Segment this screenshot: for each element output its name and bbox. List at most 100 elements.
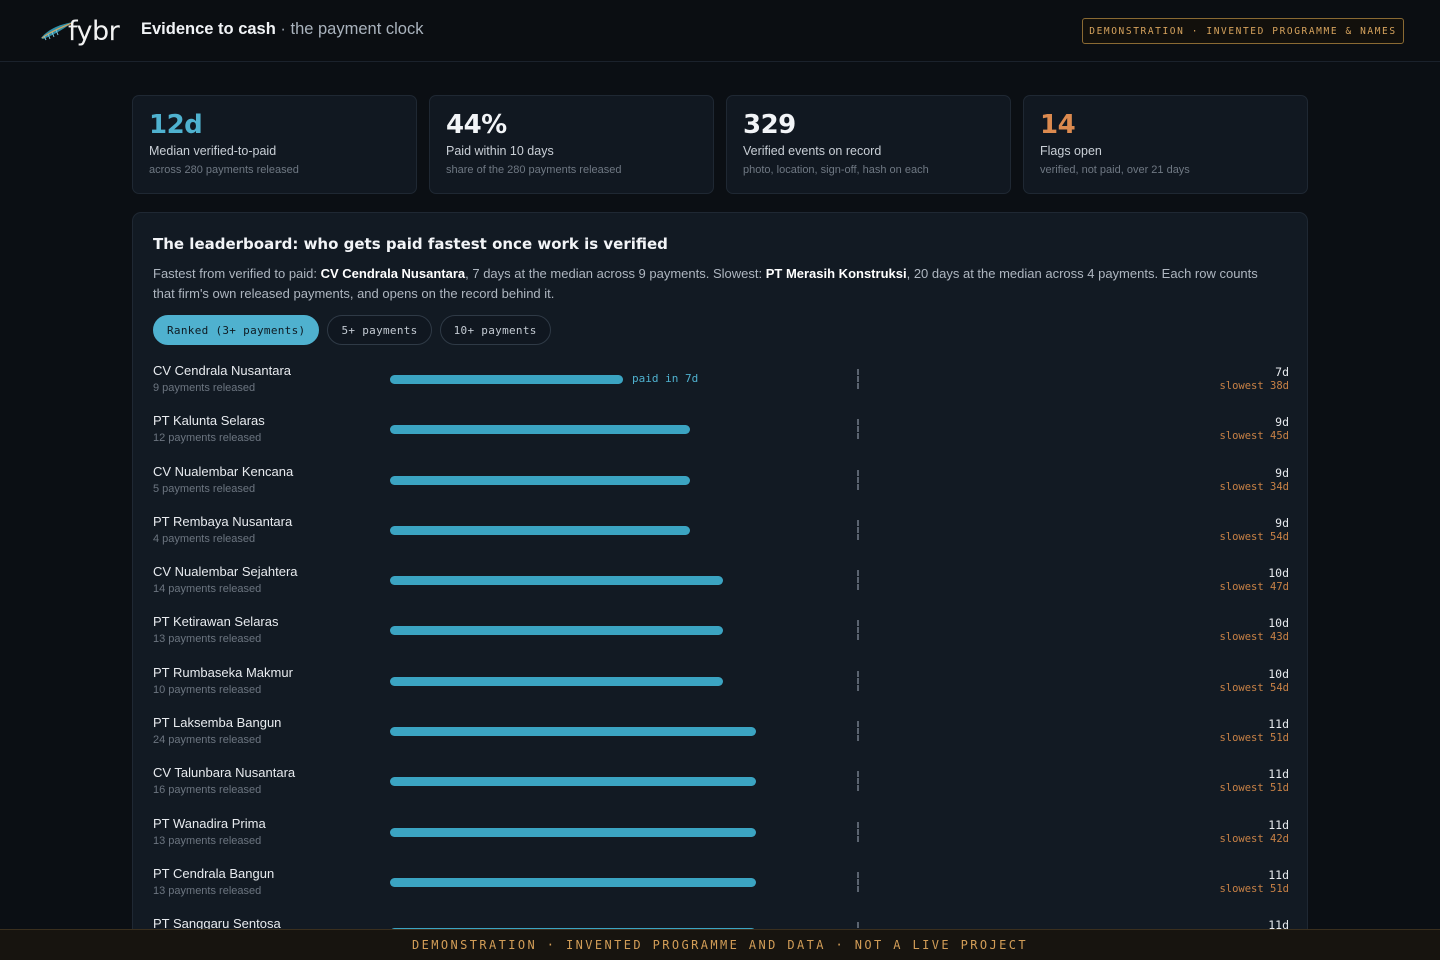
page-subtitle: the payment clock xyxy=(290,20,424,38)
logo[interactable]: fybr xyxy=(40,14,120,48)
median-days: 9d xyxy=(1275,415,1289,430)
median-bar xyxy=(390,576,723,586)
filter-chips: Ranked (3+ payments) 5+ payments 10+ pay… xyxy=(153,315,551,345)
filter-10plus[interactable]: 10+ payments xyxy=(439,315,551,345)
median-days: 10d xyxy=(1268,666,1289,681)
slowest-days: slowest 51d xyxy=(1219,782,1289,795)
stat-note: share of the 280 payments released xyxy=(446,164,622,176)
payments-count: 13 payments released xyxy=(153,884,262,897)
ten-day-marker xyxy=(857,721,859,742)
median-days: 7d xyxy=(1275,365,1289,379)
stat-note: photo, location, sign-off, hash on each xyxy=(743,164,929,176)
slowest-days: slowest 42d xyxy=(1219,832,1289,845)
firm-name: PT Kalunta Selaras xyxy=(153,413,265,429)
slowest-days: slowest 45d xyxy=(1219,430,1289,443)
ten-day-marker xyxy=(857,871,859,892)
median-days: 11d xyxy=(1268,817,1289,832)
slowest-days: slowest 34d xyxy=(1219,480,1289,493)
stat-card-within-10-days: 44% Paid within 10 days share of the 280… xyxy=(429,95,714,194)
firm-name: CV Cendrala Nusantara xyxy=(153,363,292,378)
leaderboard-panel: The leaderboard: who gets paid fastest o… xyxy=(132,212,1308,960)
demo-footer-banner: DEMONSTRATION · INVENTED PROGRAMME AND D… xyxy=(0,929,1440,960)
median-bar xyxy=(390,877,756,887)
payments-count: 9 payments released xyxy=(153,382,256,394)
title-separator: · xyxy=(275,20,291,38)
firm-name: CV Nualembar Kencana xyxy=(153,463,294,479)
leaderboard-row[interactable]: PT Cendrala Bangun 13 payments released 11… xyxy=(133,862,1307,912)
fastest-firm: CV Cendrala Nusantara xyxy=(320,266,466,281)
median-bar xyxy=(390,525,690,535)
leaderboard-title: The leaderboard: who gets paid fastest o… xyxy=(153,235,668,253)
median-days: 11d xyxy=(1268,867,1289,882)
payments-count: 12 payments released xyxy=(153,432,262,445)
median-days: 9d xyxy=(1275,465,1289,480)
leaderboard-row[interactable]: PT Ketirawan Selaras 13 payments released… xyxy=(133,610,1307,660)
stat-cards: 12d Median verified-to-paid across 280 p… xyxy=(132,95,1308,194)
median-bar xyxy=(390,777,756,787)
page-title: Evidence to cash · the payment clock xyxy=(141,20,423,39)
median-days: 11d xyxy=(1268,717,1289,732)
stat-value: 14 xyxy=(1040,110,1076,140)
leaderboard-row[interactable]: PT Laksemba Bangun 24 payments released 11… xyxy=(133,711,1307,761)
ten-day-marker xyxy=(857,419,859,440)
leaderboard-row[interactable]: PT Wanadira Prima 13 payments released 11d… xyxy=(133,812,1307,862)
desc-part: Fastest from verified to paid: xyxy=(153,266,321,281)
stat-note: verified, not paid, over 21 days xyxy=(1040,164,1190,176)
slowest-days: slowest 54d xyxy=(1219,530,1289,543)
top-bar: fybr Evidence to cash · the payment cloc… xyxy=(0,0,1440,62)
leaderboard-row[interactable]: PT Kalunta Selaras 12 payments released 9d… xyxy=(133,409,1307,459)
leaderboard-row[interactable]: PT Rumbaseka Makmur 10 payments released 1… xyxy=(133,661,1307,711)
payments-count: 10 payments released xyxy=(153,683,262,696)
stat-label: Verified events on record xyxy=(743,144,882,158)
payments-count: 13 payments released xyxy=(153,633,262,646)
median-bar xyxy=(390,475,690,485)
payments-count: 5 payments released xyxy=(153,482,256,495)
ten-day-marker xyxy=(857,369,859,389)
ten-day-marker xyxy=(857,620,859,641)
stat-value: 329 xyxy=(743,110,796,140)
firm-name: CV Talunbara Nusantara xyxy=(153,765,296,781)
leaderboard-row[interactable]: CV Nualembar Sejahtera 14 payments releas… xyxy=(133,560,1307,610)
payments-count: 16 payments released xyxy=(153,784,262,797)
firm-name: PT Wanadira Prima xyxy=(153,815,266,831)
median-days: 11d xyxy=(1268,767,1289,782)
payments-count: 4 payments released xyxy=(153,532,256,545)
leaderboard-row[interactable]: CV Nualembar Kencana 5 payments released 9… xyxy=(133,460,1307,510)
median-bar xyxy=(390,375,623,384)
ten-day-marker xyxy=(857,519,859,540)
page-title-main: Evidence to cash xyxy=(141,20,276,38)
bar-value-label: paid in 7d xyxy=(632,372,699,385)
slowest-days: slowest 54d xyxy=(1219,681,1289,694)
leaderboard-description: Fastest from verified to paid: CV Cendra… xyxy=(153,264,1273,304)
stat-card-verified-events: 329 Verified events on record photo, loc… xyxy=(726,95,1011,194)
slowest-days: slowest 51d xyxy=(1219,732,1289,745)
ten-day-marker xyxy=(857,670,859,691)
median-bar xyxy=(390,827,756,837)
demo-badge: DEMONSTRATION · INVENTED PROGRAMME & NAM… xyxy=(1082,18,1404,44)
slowest-days: slowest 38d xyxy=(1219,380,1289,392)
median-bar xyxy=(390,676,723,686)
stat-card-flags-open: 14 Flags open verified, not paid, over 2… xyxy=(1023,95,1308,194)
leaderboard-row[interactable]: CV Cendrala Nusantara 9 payments released… xyxy=(133,359,1307,409)
leaderboard-row[interactable]: CV Talunbara Nusantara 16 payments releas… xyxy=(133,761,1307,811)
ten-day-marker xyxy=(857,771,859,792)
ten-day-marker xyxy=(857,469,859,490)
filter-ranked-3plus[interactable]: Ranked (3+ payments) xyxy=(153,315,320,345)
slowest-days: slowest 47d xyxy=(1219,581,1289,594)
filter-5plus[interactable]: 5+ payments xyxy=(327,315,432,345)
stat-note: across 280 payments released xyxy=(149,164,299,176)
firm-name: PT Laksemba Bangun xyxy=(153,715,282,731)
desc-part: , 7 days at the median across 9 payments… xyxy=(465,266,766,281)
slowest-firm: PT Merasih Konstruksi xyxy=(765,266,907,281)
median-days: 9d xyxy=(1275,515,1289,530)
firm-name: PT Ketirawan Selaras xyxy=(153,614,279,630)
stat-value: 44% xyxy=(446,110,507,140)
leaderboard-row[interactable]: PT Rembaya Nusantara 4 payments released 9… xyxy=(133,510,1307,560)
stat-value: 12d xyxy=(149,110,203,140)
median-days: 10d xyxy=(1268,566,1289,581)
payments-count: 13 payments released xyxy=(153,834,262,847)
firm-name: PT Rembaya Nusantara xyxy=(153,513,293,529)
payments-count: 14 payments released xyxy=(153,583,262,596)
stat-label: Median verified-to-paid xyxy=(149,144,277,158)
slowest-days: slowest 51d xyxy=(1219,882,1289,895)
